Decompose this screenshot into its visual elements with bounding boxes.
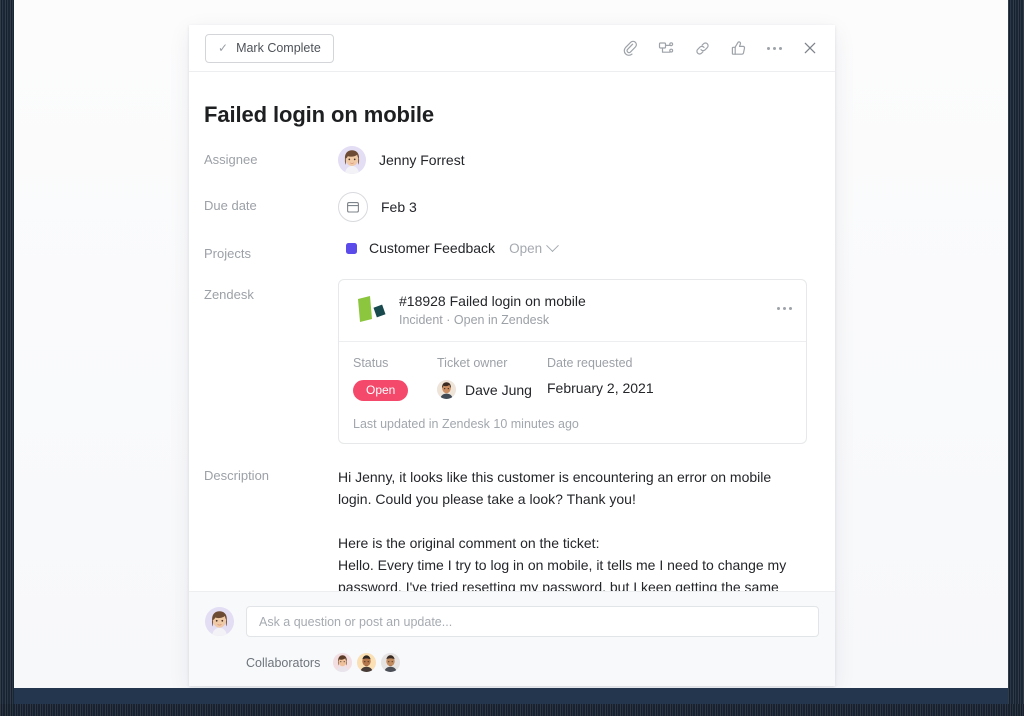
assignee-label: Assignee: [204, 152, 258, 167]
open-in-zendesk-link[interactable]: Open in Zendesk: [454, 313, 549, 327]
project-status-dropdown[interactable]: Open: [509, 238, 559, 256]
project-status-label: Open: [509, 240, 543, 256]
screen-edge-bottom: [0, 704, 1024, 716]
mark-complete-button[interactable]: ✓ Mark Complete: [205, 33, 334, 63]
projects-label: Projects: [204, 246, 251, 261]
project-color-swatch: [346, 242, 357, 254]
zendesk-card-more-icon[interactable]: [777, 293, 792, 313]
zendesk-ticket-card: #18928 Failed login on mobile Incident ·…: [338, 279, 807, 444]
zendesk-owner-name: Dave Jung: [465, 381, 532, 398]
avatar: [205, 607, 234, 636]
projects-value: Customer Feedback Open: [338, 238, 807, 256]
link-icon[interactable]: [693, 39, 711, 57]
task-toolbar: ✓ Mark Complete: [189, 25, 835, 72]
zendesk-label: Zendesk: [204, 287, 254, 302]
zendesk-owner-value: Dave Jung: [437, 380, 547, 399]
zendesk-card-text: #18928 Failed login on mobile Incident ·…: [399, 293, 777, 327]
zendesk-logo-icon: [353, 294, 389, 328]
toolbar-icon-group: [621, 39, 819, 57]
avatar[interactable]: [333, 653, 353, 672]
zendesk-separator: ·: [446, 313, 451, 327]
project-name[interactable]: Customer Feedback: [369, 240, 495, 256]
task-detail-panel: ✓ Mark Complete Failed login on mobile A…: [189, 25, 835, 686]
page-surface: ✓ Mark Complete Failed login on mobile A…: [14, 0, 1008, 688]
zendesk-last-updated: Last updated in Zendesk 10 minutes ago: [353, 417, 579, 431]
field-projects: Projects Customer Feedback Open: [204, 238, 807, 261]
like-icon[interactable]: [729, 39, 747, 57]
task-footer: Collaborators: [189, 591, 835, 686]
chevron-down-icon: [546, 238, 559, 252]
zendesk-status-header: Status: [353, 356, 389, 370]
attachment-icon[interactable]: [621, 39, 639, 57]
task-body: Failed login on mobile Assignee Jenny Fo…: [189, 72, 835, 591]
screenshot-root: ✓ Mark Complete Failed login on mobile A…: [0, 0, 1024, 716]
status-badge: Open: [353, 380, 409, 401]
zendesk-ticket-type: Incident: [399, 313, 443, 327]
description-text[interactable]: Hi Jenny, it looks like this customer is…: [338, 466, 807, 591]
page-title: Failed login on mobile: [204, 102, 435, 127]
calendar-icon: [338, 192, 368, 222]
close-icon[interactable]: [801, 39, 819, 57]
zendesk-meta-columns: Status Open Ticket owner Dave Jung Date …: [353, 356, 792, 401]
description-label: Description: [204, 468, 270, 483]
screen-edge-left: [0, 0, 14, 716]
comment-input[interactable]: [246, 606, 819, 637]
field-due-date: Due date Feb 3: [204, 192, 807, 222]
due-date-value[interactable]: Feb 3: [338, 192, 807, 222]
assignee-value[interactable]: Jenny Forrest: [338, 146, 807, 174]
field-assignee: Assignee Jenny Forrest: [204, 146, 807, 174]
collaborators-row: Collaborators: [205, 653, 819, 672]
mark-complete-label: Mark Complete: [236, 41, 321, 55]
comment-row: [205, 606, 819, 637]
zendesk-card-header: #18928 Failed login on mobile Incident ·…: [339, 280, 806, 342]
avatar[interactable]: [357, 653, 377, 672]
due-date-label: Due date: [204, 198, 257, 213]
more-options-icon[interactable]: [765, 39, 783, 57]
due-date-text: Feb 3: [381, 199, 417, 215]
field-description: Description Hi Jenny, it looks like this…: [204, 466, 807, 591]
zendesk-status-value: Open: [353, 380, 437, 401]
collaborators-label: Collaborators: [246, 655, 321, 670]
screen-edge-right: [1008, 0, 1024, 716]
avatar[interactable]: [381, 653, 401, 672]
zendesk-value: #18928 Failed login on mobile Incident ·…: [338, 279, 807, 444]
assignee-name: Jenny Forrest: [379, 152, 465, 168]
zendesk-owner-header: Ticket owner: [437, 356, 508, 370]
zendesk-card-meta: Status Open Ticket owner Dave Jung Date …: [339, 342, 806, 443]
zendesk-date-column: Date requested February 2, 2021: [547, 356, 654, 401]
zendesk-date-value: February 2, 2021: [547, 380, 654, 396]
avatar: [437, 380, 456, 399]
zendesk-status-column: Status Open: [353, 356, 437, 401]
check-icon: ✓: [218, 41, 229, 55]
collaborator-avatars: [333, 653, 401, 672]
zendesk-ticket-title[interactable]: #18928 Failed login on mobile: [399, 293, 777, 309]
zendesk-date-header: Date requested: [547, 356, 633, 370]
field-zendesk: Zendesk #18928 Failed login on mobile In…: [204, 279, 807, 444]
zendesk-ticket-subtitle: Incident · Open in Zendesk: [399, 313, 777, 327]
subtask-icon[interactable]: [657, 39, 675, 57]
zendesk-owner-column: Ticket owner Dave Jung: [437, 356, 547, 401]
avatar: [338, 146, 366, 174]
